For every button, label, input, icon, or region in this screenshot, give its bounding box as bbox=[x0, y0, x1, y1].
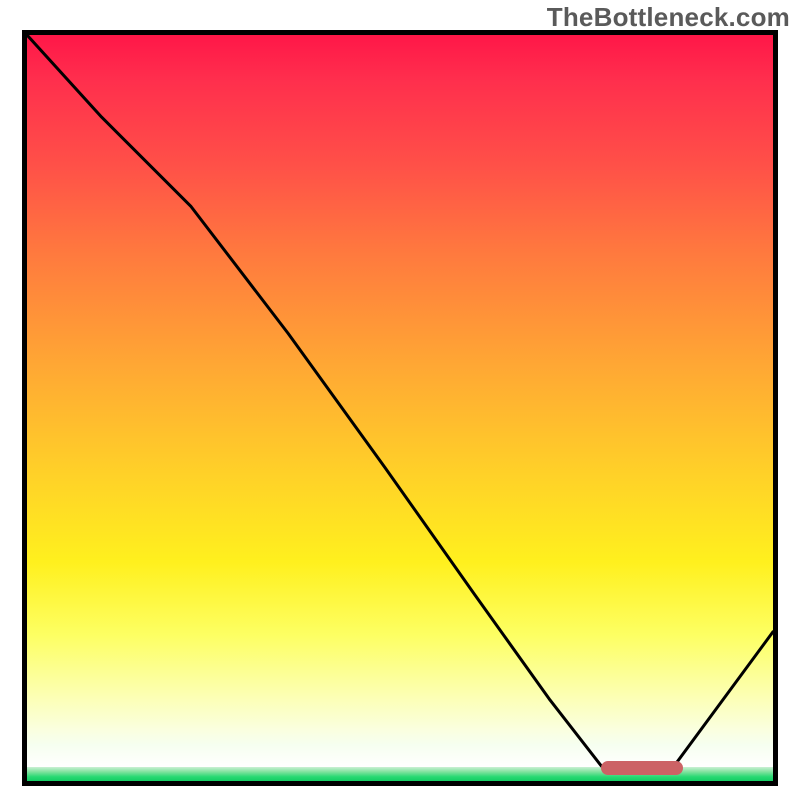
chart-container: TheBottleneck.com bbox=[0, 0, 800, 800]
bottleneck-curve bbox=[27, 35, 773, 781]
plot-frame bbox=[22, 30, 778, 786]
watermark-text: TheBottleneck.com bbox=[547, 2, 790, 33]
target-marker bbox=[601, 761, 683, 775]
